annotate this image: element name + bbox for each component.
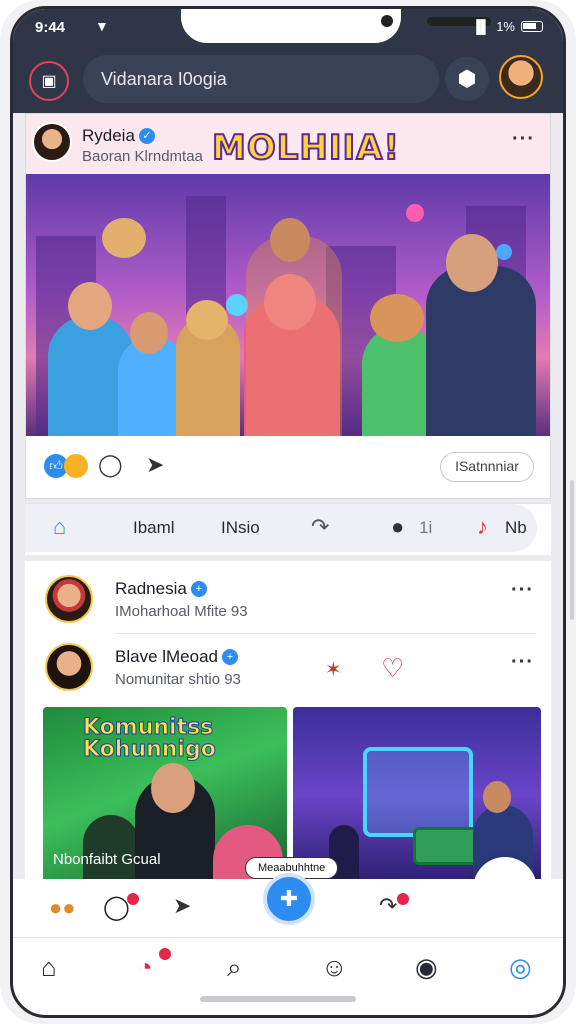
- settings-icon: ⬢: [457, 66, 477, 91]
- author-subtitle: IMoharhoal Mfite 93: [115, 603, 248, 620]
- bottom-nav: ⌂ ◔ ⌕ ☺ ◉ ◎: [13, 937, 563, 999]
- more-options-icon[interactable]: ···: [511, 651, 534, 674]
- author-name-text: Blave lMeoad: [115, 647, 219, 666]
- search-icon[interactable]: ⌕: [227, 952, 242, 984]
- author-subtitle: Baoran Klrndmtaa: [82, 148, 203, 165]
- comment-icon[interactable]: ◯: [98, 452, 123, 478]
- profile-icon[interactable]: ◉: [415, 952, 438, 983]
- system-indicators: ▐▌ 1%: [472, 19, 543, 34]
- more-options-icon[interactable]: ···: [511, 579, 534, 602]
- home-icon[interactable]: ⌂: [53, 514, 66, 540]
- send-icon[interactable]: ➤: [146, 452, 164, 478]
- author-name[interactable]: Rydeia ✓: [82, 126, 155, 146]
- person-head: [446, 234, 498, 292]
- status-bar: 9:44 ▼ ▐▌ 1%: [13, 9, 563, 49]
- home-indicator: [200, 996, 356, 1002]
- thumbnail-caption: Nbonfaibt Gcual: [53, 851, 161, 868]
- person-head: [483, 781, 511, 813]
- divider: [115, 633, 535, 634]
- author-name[interactable]: Blave lMeoad +: [115, 647, 239, 667]
- verified-icon: +: [222, 649, 239, 665]
- bottom-actions: ●● ◯ ➤ ✚ ↷: [13, 873, 563, 937]
- calendar-button[interactable]: ▣: [29, 61, 69, 101]
- haha-icon: [64, 454, 88, 478]
- portal-shape: [363, 747, 473, 837]
- verified-icon: ✓: [138, 128, 155, 144]
- balloon-shape: [496, 244, 512, 260]
- notification-badge: [159, 948, 171, 960]
- author-name-text: Radnesia: [115, 579, 187, 598]
- author-name-text: Rydeia: [82, 126, 135, 145]
- side-button: [570, 480, 574, 620]
- balloon-shape: [226, 294, 248, 316]
- add-icon: ✚: [279, 886, 299, 911]
- person-head: [130, 312, 168, 354]
- author-subtitle: Nomunitar shtio 93: [115, 671, 241, 688]
- person-shape: [246, 236, 342, 436]
- wifi-icon: ▼: [95, 18, 109, 34]
- notifications-icon[interactable]: ◔: [137, 952, 153, 983]
- music-icon[interactable]: ♪: [477, 514, 488, 540]
- chat-icon[interactable]: ●: [391, 514, 404, 540]
- tab-strip-bg: ⌂ Ibaml INsio ↷ ● 1i ♪ Nb: [25, 504, 537, 552]
- banner-title: MOLHIIA!: [211, 127, 400, 169]
- home-icon[interactable]: ⌂: [41, 952, 57, 983]
- tab-3[interactable]: 1i: [419, 518, 432, 538]
- tab-1[interactable]: Ibaml: [133, 518, 175, 538]
- verified-icon: +: [190, 581, 207, 597]
- tab-strip: ⌂ Ibaml INsio ↷ ● 1i ♪ Nb: [25, 503, 551, 555]
- post-card: Rydeia ✓ Baoran Klrndmtaa MOLHIIA! ··· 👍…: [25, 113, 551, 499]
- phone-frame: 9:44 ▼ ▐▌ 1% ▣ Vidanara I0ogia ⬢ Rydeia …: [0, 0, 576, 1024]
- post-image[interactable]: [26, 174, 550, 436]
- post-header: Rydeia ✓ Baoran Klrndmtaa MOLHIIA! ···: [26, 114, 550, 174]
- mascot-head: [102, 218, 146, 258]
- thumbnail-title-line: Komunitss: [83, 715, 214, 740]
- thumbnail-title-line: Kohunnigo: [83, 737, 217, 762]
- person-head: [68, 282, 112, 330]
- share-icon[interactable]: ↷: [379, 893, 397, 919]
- star-icon[interactable]: ✶: [325, 657, 342, 682]
- mascot-head: [186, 300, 228, 340]
- app-bar: ▣ Vidanara I0ogia ⬢: [13, 49, 563, 113]
- reactions[interactable]: 👍︎: [44, 454, 88, 478]
- person-shape: [83, 815, 139, 885]
- user-icon[interactable]: ◎: [509, 952, 532, 983]
- calendar-icon: ▣: [41, 73, 57, 90]
- profile-avatar[interactable]: [499, 55, 543, 99]
- person-head: [151, 763, 195, 813]
- signal-icon: ▐▌: [471, 19, 491, 34]
- battery-percent: 1%: [496, 19, 515, 34]
- thumbnail-title: Komunitss Kohunnigo: [83, 715, 217, 762]
- post-actions: 👍︎ ◯ ➤ ISatnnniar: [26, 436, 550, 498]
- author-avatar[interactable]: [45, 575, 93, 623]
- create-post-button[interactable]: ✚: [263, 873, 315, 925]
- notification-badge: [397, 893, 409, 905]
- balloon-shape: [406, 204, 424, 222]
- face-icon[interactable]: ☺: [321, 952, 348, 983]
- author-name[interactable]: Radnesia +: [115, 579, 207, 599]
- tab-2[interactable]: INsio: [221, 518, 260, 538]
- heart-icon[interactable]: ♡: [381, 653, 404, 684]
- camera-icon: [381, 15, 393, 27]
- notch: [181, 9, 491, 43]
- person-shape: [426, 266, 536, 436]
- mascot-head: [370, 294, 424, 342]
- screen: 9:44 ▼ ▐▌ 1% ▣ Vidanara I0ogia ⬢ Rydeia …: [10, 6, 566, 1018]
- notification-badge: [127, 893, 139, 905]
- action-pill-button[interactable]: ISatnnniar: [440, 452, 534, 482]
- feed: Rydeia ✓ Baoran Klrndmtaa MOLHIIA! ··· 👍…: [13, 113, 563, 941]
- tab-4[interactable]: Nb: [505, 518, 527, 538]
- more-options-icon[interactable]: ···: [512, 128, 535, 151]
- author-avatar[interactable]: [32, 122, 72, 162]
- send-icon[interactable]: ➤: [173, 893, 191, 919]
- share-icon[interactable]: ↷: [311, 514, 329, 540]
- author-avatar[interactable]: [45, 643, 93, 691]
- search-input[interactable]: Vidanara I0ogia: [83, 55, 439, 103]
- status-time: 9:44: [35, 19, 66, 36]
- comment-icon[interactable]: ◯: [103, 893, 130, 922]
- reaction-icon[interactable]: ●●: [49, 895, 76, 921]
- settings-button[interactable]: ⬢: [445, 57, 489, 101]
- person-head: [270, 218, 310, 262]
- battery-icon: [521, 21, 543, 32]
